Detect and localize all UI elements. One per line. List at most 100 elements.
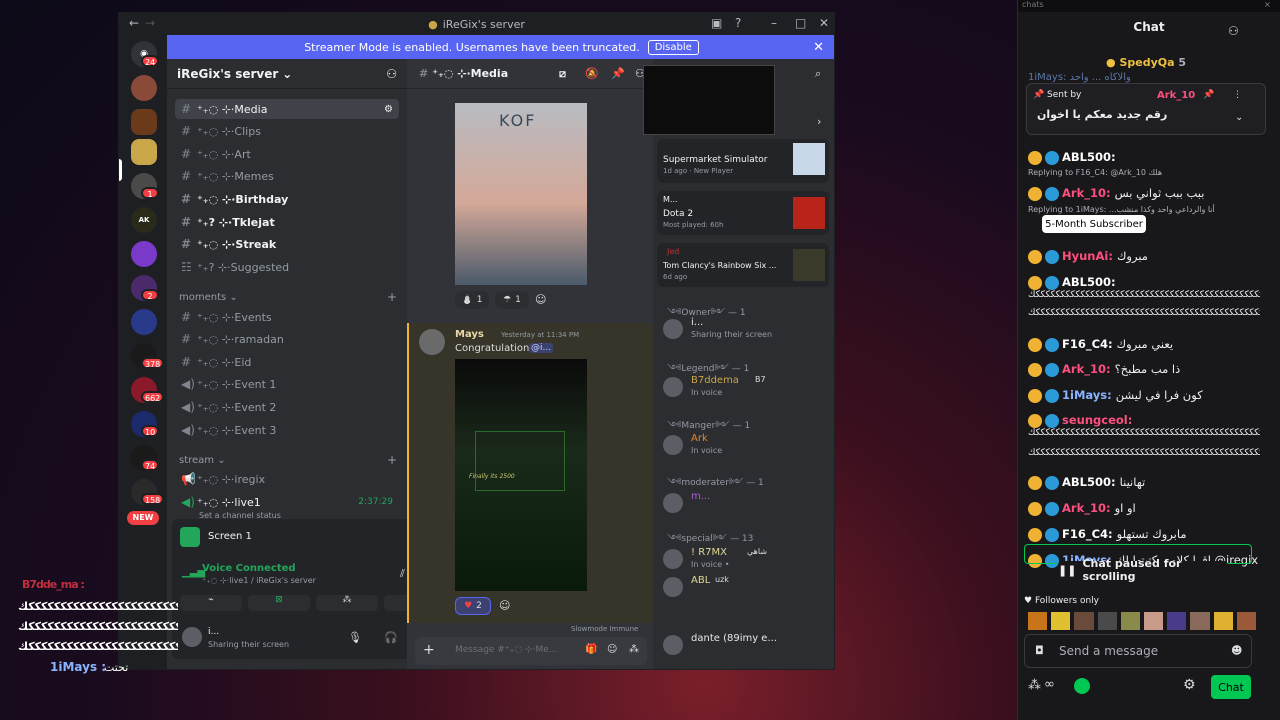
activities-button[interactable]: ⁂	[316, 595, 378, 611]
users-icon[interactable]: ⚇	[1228, 24, 1239, 38]
back-arrow-icon[interactable]: ←	[129, 16, 139, 30]
close-icon[interactable]: ×	[1264, 0, 1271, 9]
chevron-right-icon[interactable]: ›	[817, 115, 821, 128]
stream-preview-thumbnail[interactable]	[643, 65, 775, 135]
pinned-message[interactable]: 📌 Sent by Ark_10 📌 ⋮ رقم جديد معكم يا اخ…	[1026, 83, 1266, 135]
server-icon[interactable]	[131, 241, 157, 267]
activity-card[interactable]: Supermarket Simulator 1d ago · New Playe…	[657, 139, 829, 183]
mute-bell-icon[interactable]: 🔕	[585, 67, 599, 80]
channel-birthday[interactable]: # ⁺₊◌ ⊹·Birthday	[175, 189, 399, 209]
badge-icon[interactable]	[1045, 501, 1059, 516]
headphones-icon[interactable]: 🎧	[384, 631, 398, 644]
emote[interactable]	[1074, 612, 1094, 630]
settings-gear-icon[interactable]: ⚙	[1183, 677, 1196, 693]
subscriber-badge-icon[interactable]	[1028, 413, 1042, 428]
channel-event1[interactable]: ◀) ⁺₊◌ ⊹·Event 1	[175, 374, 399, 394]
message-composer[interactable]: + Message #⁺₊◌ ⊹·Me... 🎁 ☺ ⁂	[415, 637, 647, 665]
channel-events[interactable]: # ⁺₊◌ ⊹·Events	[175, 307, 399, 327]
gift-icon[interactable]: 🎁	[585, 644, 597, 655]
badge-icon[interactable]	[1045, 275, 1059, 290]
chat-input[interactable]: ◘ Send a message ☻	[1024, 634, 1252, 668]
chat-send-button[interactable]: Chat	[1211, 675, 1251, 699]
server-icon[interactable]	[131, 75, 157, 101]
more-options-icon[interactable]: ⋮	[1233, 90, 1242, 100]
chat-username[interactable]: ABL500:	[1062, 475, 1116, 489]
member-item[interactable]: ! R7MX شاهي In voice •	[663, 547, 831, 573]
reply-preview[interactable]: Replying to 1iMays: ...أنا والرداعي واحد…	[1028, 205, 1215, 214]
forward-arrow-icon[interactable]: →	[145, 16, 155, 30]
badge-icon[interactable]	[1045, 362, 1059, 377]
emote[interactable]	[1213, 612, 1233, 630]
activity-card[interactable]: Jed Tom Clancy's Rainbow Six ... 6d ago	[657, 243, 829, 287]
channel-event2[interactable]: ◀) ⁺₊◌ ⊹·Event 2	[175, 397, 399, 417]
chat-username[interactable]: ABL500:	[1062, 275, 1116, 289]
emote[interactable]	[1144, 612, 1164, 630]
disable-button[interactable]: Disable	[647, 39, 699, 55]
emote[interactable]	[1097, 612, 1117, 630]
channel-iregix[interactable]: 📢 ⁺₊◌ ⊹·iregix	[175, 469, 399, 489]
add-channel-icon[interactable]: +	[387, 453, 397, 467]
channel-tklejat[interactable]: # ⁺₊? ⊹·Tklejat	[175, 212, 399, 232]
emote[interactable]	[1167, 612, 1187, 630]
top-chatter[interactable]: ● SpedyQa 5	[1106, 56, 1186, 69]
attachment-image[interactable]: Finally its 2500	[455, 359, 587, 591]
camera-button[interactable]: ⌁	[180, 595, 242, 611]
apps-icon[interactable]: ⁂	[629, 644, 639, 655]
channel-points-icon[interactable]	[1074, 678, 1090, 694]
member-item[interactable]: ABL uzk	[663, 575, 831, 601]
chat-username[interactable]: HyunAi:	[1062, 249, 1113, 263]
attachment-image[interactable]: KOF	[455, 103, 587, 285]
badge-icon[interactable]	[1045, 413, 1059, 428]
server-icon-ireGix[interactable]	[131, 139, 157, 165]
activity-card[interactable]: M... Dota 2 Most played: 60h	[657, 191, 829, 235]
chat-username[interactable]: Ark_10:	[1062, 362, 1111, 376]
noise-suppression-icon[interactable]: ⫽	[400, 567, 405, 581]
channel-ramadan[interactable]: # ⁺₊◌ ⊹·ramadan	[175, 329, 399, 349]
add-reaction-icon[interactable]: ☺	[535, 293, 546, 306]
subscriber-badge-icon[interactable]	[1028, 150, 1042, 165]
server-header[interactable]: iReGix's server ⌄ ⚇	[167, 59, 407, 89]
subscriber-badge-icon[interactable]	[1028, 275, 1042, 290]
emote[interactable]	[1120, 612, 1141, 630]
reaction-heart[interactable]: ♥ 2	[455, 597, 491, 615]
microphone-icon[interactable]: 🎙	[348, 631, 362, 644]
emote[interactable]	[1051, 612, 1071, 630]
banner-close-icon[interactable]: ✕	[813, 40, 824, 55]
minimize-icon[interactable]: –	[771, 16, 777, 30]
bits-icon[interactable]: ⁂	[1028, 678, 1041, 693]
reaction[interactable]: ⛄ 1	[455, 291, 489, 309]
plus-icon[interactable]: +	[423, 642, 435, 658]
emoji-icon[interactable]: ☺	[607, 644, 617, 655]
member-item[interactable]: Ark In voice	[663, 433, 831, 459]
threads-icon[interactable]: ⧄	[559, 67, 566, 81]
member-item[interactable]: i... Sharing their screen	[663, 317, 831, 343]
add-reaction-icon[interactable]: ☺	[499, 599, 510, 612]
channel-art[interactable]: # ⁺₊◌ ⊹·Art	[175, 144, 399, 164]
reply-preview[interactable]: Replying to F16_C4: @Ark_10 هلك	[1028, 168, 1162, 177]
member-item[interactable]: B7ddema B7 In voice	[663, 375, 831, 401]
emote[interactable]	[1190, 612, 1210, 630]
maximize-icon[interactable]: □	[795, 16, 806, 30]
help-icon[interactable]: ?	[735, 16, 741, 30]
channel-streak[interactable]: # ⁺₊◌ ⊹·Streak	[175, 234, 399, 254]
close-icon[interactable]: ✕	[819, 16, 829, 30]
reaction[interactable]: ☂ 1	[495, 291, 529, 309]
badge-icon[interactable]	[1045, 337, 1059, 352]
add-member-icon[interactable]: ⚇	[386, 67, 397, 81]
member-item[interactable]: dante (89imy e...	[663, 633, 831, 659]
badge-icon[interactable]	[1045, 475, 1059, 490]
chat-paused-banner[interactable]: ❚❚ Chat paused for scrolling	[1058, 557, 1228, 583]
subscriber-badge-icon[interactable]	[1028, 249, 1042, 264]
message-author[interactable]: Mays	[455, 329, 484, 340]
subscriber-badge-icon[interactable]	[1028, 337, 1042, 352]
category-moments[interactable]: moments ⌄	[179, 292, 238, 303]
channel-clips[interactable]: # ⁺₊◌ ⊹·Clips	[175, 121, 399, 141]
badge-icon[interactable]	[1045, 150, 1059, 165]
subscriber-badge-icon[interactable]	[1028, 501, 1042, 516]
channel-memes[interactable]: # ⁺₊◌ ⊹·Memes	[175, 166, 399, 186]
emote[interactable]	[1028, 612, 1048, 630]
chat-username[interactable]: Ark_10:	[1062, 501, 1111, 515]
server-icon[interactable]	[131, 309, 157, 335]
channel-eid[interactable]: # ⁺₊◌ ⊹·Eid	[175, 352, 399, 372]
pin-icon[interactable]: 📌	[611, 67, 625, 80]
